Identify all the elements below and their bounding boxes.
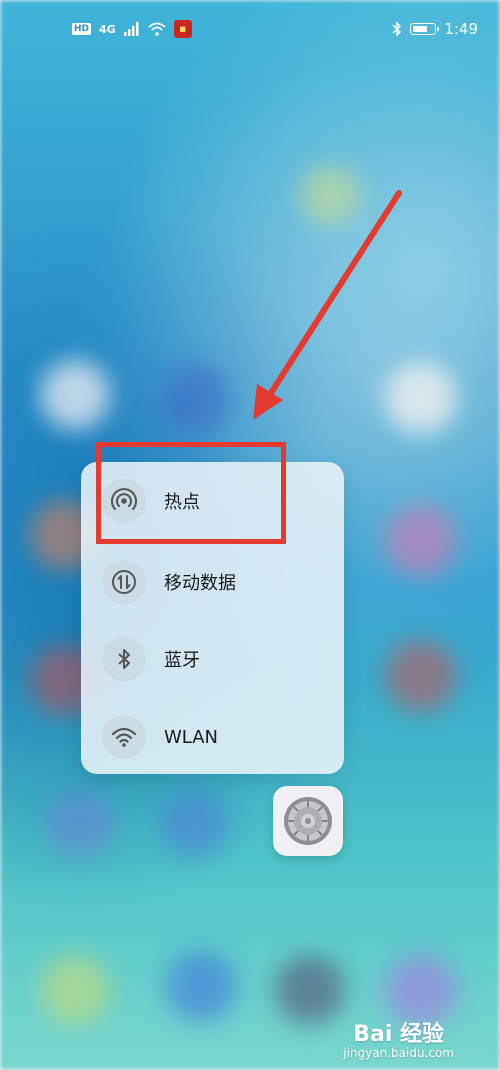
menu-item-mobile-data[interactable]: 移动数据 xyxy=(81,543,344,621)
settings-app-icon[interactable] xyxy=(273,786,343,856)
wifi-icon xyxy=(102,715,146,759)
watermark-brand: Bai 经验 xyxy=(353,1022,445,1047)
watermark: Bai 经验 jingyan.baidu.com xyxy=(343,1016,454,1060)
bluetooth-icon xyxy=(102,637,146,681)
annotation-highlight-box xyxy=(96,442,286,544)
watermark-url: jingyan.baidu.com xyxy=(343,1046,454,1060)
menu-item-label: WLAN xyxy=(164,726,219,748)
settings-gear-icon xyxy=(284,797,332,845)
menu-item-wlan[interactable]: WLAN xyxy=(81,698,344,776)
menu-item-label: 移动数据 xyxy=(164,573,236,594)
menu-item-label: 蓝牙 xyxy=(164,650,200,671)
mobile-data-icon xyxy=(102,560,146,604)
menu-item-bluetooth[interactable]: 蓝牙 xyxy=(81,620,344,698)
